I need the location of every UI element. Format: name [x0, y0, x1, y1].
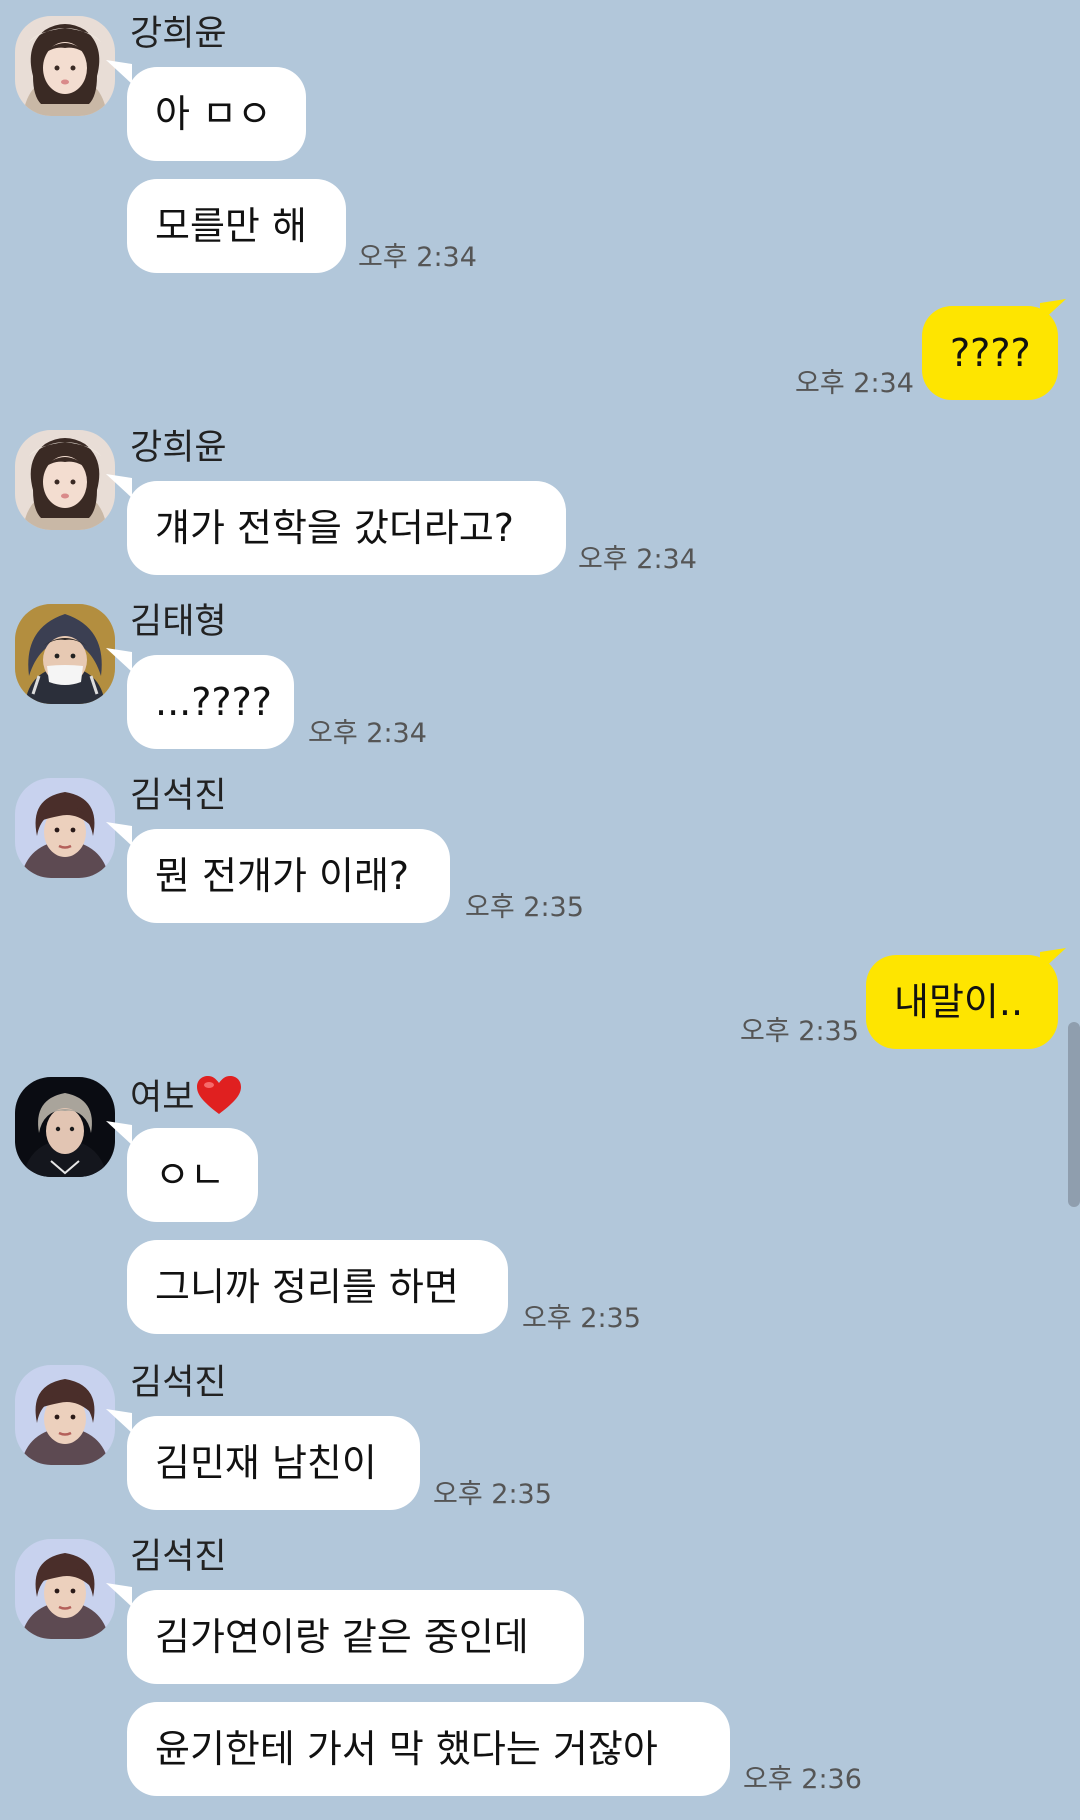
message-bubble[interactable]: 김가연이랑 같은 중인데 — [127, 1590, 584, 1684]
message-time: 오후 2:35 — [465, 892, 584, 923]
bubble-tail — [106, 1121, 132, 1145]
sender-name: 김석진 — [130, 1537, 227, 1577]
message-time: 오후 2:34 — [795, 368, 914, 399]
message-time: 오후 2:35 — [740, 1016, 859, 1047]
message-bubble[interactable]: 모를만 해 — [127, 179, 346, 273]
sender-name: 김석진 — [130, 1363, 227, 1403]
message-bubble[interactable]: 아 ㅁㅇ — [127, 67, 306, 161]
bubble-tail — [106, 60, 132, 84]
scrollbar[interactable] — [1068, 1022, 1080, 1207]
heart-icon — [197, 1076, 242, 1114]
bubble-tail — [106, 1583, 132, 1607]
chat-area[interactable]: 강희윤 아 ㅁㅇ 모를만 해 오후 2:34 ???? 오후 2:34 강희윤 … — [0, 0, 1080, 1820]
bubble-tail — [1040, 948, 1066, 972]
sender-name: 여보 — [130, 1075, 242, 1118]
message-bubble[interactable]: 걔가 전학을 갔더라고? — [127, 481, 566, 575]
bubble-tail — [106, 1409, 132, 1433]
message-time: 오후 2:34 — [308, 718, 427, 749]
bubble-tail — [1040, 299, 1066, 323]
avatar[interactable] — [15, 778, 115, 878]
sender-name: 강희윤 — [130, 428, 227, 468]
bubble-tail — [106, 648, 132, 672]
message-bubble[interactable]: 윤기한테 가서 막 했다는 거잖아 — [127, 1702, 730, 1796]
message-time: 오후 2:36 — [743, 1764, 862, 1795]
message-time: 오후 2:35 — [433, 1479, 552, 1510]
sender-name: 김석진 — [130, 776, 227, 816]
my-message-bubble[interactable]: 내말이.. — [866, 955, 1058, 1049]
message-bubble[interactable]: 뭔 전개가 이래? — [127, 829, 450, 923]
bubble-tail — [106, 474, 132, 498]
sender-name: 강희윤 — [130, 14, 227, 54]
bubble-tail — [106, 822, 132, 846]
avatar[interactable] — [15, 604, 115, 704]
sender-name: 김태형 — [130, 602, 227, 642]
avatar[interactable] — [15, 16, 115, 116]
message-bubble[interactable]: 김민재 남친이 — [127, 1416, 420, 1510]
avatar[interactable] — [15, 430, 115, 530]
avatar[interactable] — [15, 1077, 115, 1177]
message-bubble[interactable]: ...???? — [127, 655, 294, 749]
message-time: 오후 2:34 — [578, 544, 697, 575]
message-bubble[interactable]: ㅇㄴ — [127, 1128, 258, 1222]
message-bubble[interactable]: 그니까 정리를 하면 — [127, 1240, 508, 1334]
my-message-bubble[interactable]: ???? — [922, 306, 1058, 400]
sender-name-text: 여보 — [130, 1078, 195, 1118]
avatar[interactable] — [15, 1539, 115, 1639]
avatar[interactable] — [15, 1365, 115, 1465]
message-time: 오후 2:35 — [522, 1303, 641, 1334]
message-time: 오후 2:34 — [358, 242, 477, 273]
